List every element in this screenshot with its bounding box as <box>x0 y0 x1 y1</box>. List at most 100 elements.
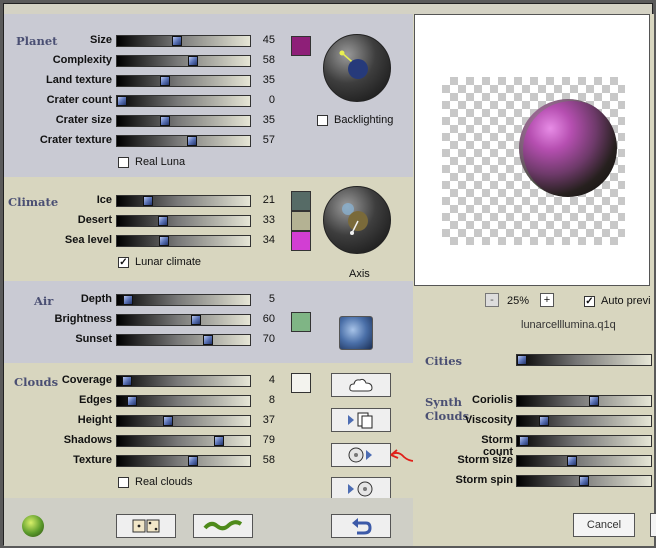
zoom-out-button[interactable]: - <box>485 293 499 307</box>
brightness-slider[interactable] <box>116 314 251 326</box>
axis-sphere[interactable] <box>323 186 391 254</box>
storm-size-slider[interactable] <box>516 455 652 467</box>
auto-preview-box[interactable]: ✓ <box>584 295 595 307</box>
storm-spin-label: Storm spin <box>455 474 513 486</box>
land-texture-slider-thumb[interactable] <box>160 76 170 86</box>
cloud-button[interactable] <box>331 373 391 397</box>
coverage-slider[interactable] <box>116 375 251 387</box>
complexity-slider[interactable] <box>116 55 251 67</box>
storm-count-slider[interactable] <box>516 435 652 447</box>
sea-level-slider-thumb[interactable] <box>159 236 169 246</box>
sunset-slider-thumb[interactable] <box>203 335 213 345</box>
undo-button[interactable] <box>331 514 391 538</box>
real-clouds-box[interactable] <box>118 476 129 488</box>
storm-spin-slider-thumb[interactable] <box>579 476 589 486</box>
height-label: Height <box>77 414 112 426</box>
zoom-in-button[interactable]: + <box>540 293 554 307</box>
ice-color-swatch[interactable] <box>291 191 311 211</box>
crater-size-slider[interactable] <box>116 115 251 127</box>
land-texture-slider[interactable] <box>116 75 251 87</box>
backlighting-box[interactable] <box>317 114 328 126</box>
backlighting-checkbox[interactable]: Backlighting <box>317 114 393 126</box>
ice-slider-thumb[interactable] <box>143 196 153 206</box>
sea-level-label: Sea level <box>64 234 112 246</box>
cities-slider-thumb[interactable] <box>517 355 527 365</box>
coverage-slider-thumb[interactable] <box>122 376 132 386</box>
auto-preview-checkbox[interactable]: ✓ Auto previ <box>584 295 651 307</box>
desert-color-swatch[interactable] <box>291 211 311 231</box>
ice-slider[interactable] <box>116 195 251 207</box>
brightness-slider-thumb[interactable] <box>191 315 201 325</box>
preview-pane <box>414 14 650 286</box>
size-slider-thumb[interactable] <box>172 36 182 46</box>
cloud-color-swatch[interactable] <box>291 373 311 393</box>
shadows-label: Shadows <box>63 434 112 446</box>
storm-spin-slider[interactable] <box>516 475 652 487</box>
lunar-climate-checkbox[interactable]: ✓ Lunar climate <box>118 256 201 268</box>
texture-value: 58 <box>262 454 275 466</box>
texture-slider[interactable] <box>116 455 251 467</box>
cities-label: Cities <box>425 354 462 368</box>
desert-slider-thumb[interactable] <box>158 216 168 226</box>
crater-texture-value: 57 <box>262 134 275 146</box>
real-clouds-label: Real clouds <box>135 476 193 488</box>
storm-count-slider-thumb[interactable] <box>519 436 529 446</box>
randomize-button[interactable] <box>116 514 176 538</box>
real-luna-checkbox[interactable]: Real Luna <box>118 156 185 168</box>
disk-load-icon <box>348 481 373 497</box>
edges-label: Edges <box>78 394 112 406</box>
complexity-slider-thumb[interactable] <box>188 56 198 66</box>
dice-icon <box>132 519 160 533</box>
backlighting-label: Backlighting <box>334 114 394 126</box>
coriolis-slider[interactable] <box>516 395 652 407</box>
cities-slider[interactable] <box>516 354 652 366</box>
undo-icon <box>352 518 372 535</box>
ok-button-partial[interactable] <box>650 513 656 537</box>
air-color-swatch[interactable] <box>291 312 311 332</box>
air-panel: Air Depth 5 Brightness 60 Sunset 70 <box>4 281 413 363</box>
crater-count-slider-thumb[interactable] <box>117 96 127 106</box>
lunar-climate-box[interactable]: ✓ <box>118 256 129 268</box>
planet-color-swatch[interactable] <box>291 36 311 56</box>
coverage-value: 4 <box>268 374 275 386</box>
real-luna-label: Real Luna <box>135 156 186 168</box>
crater-size-slider-thumb[interactable] <box>160 116 170 126</box>
viscosity-slider-thumb[interactable] <box>539 416 549 426</box>
sea-level-slider[interactable] <box>116 235 251 247</box>
size-slider[interactable] <box>116 35 251 47</box>
complexity-value: 58 <box>262 54 275 66</box>
shadows-slider-thumb[interactable] <box>214 436 224 446</box>
axis-icon <box>342 203 368 235</box>
light-direction-icon <box>339 50 368 79</box>
crater-count-slider[interactable] <box>116 95 251 107</box>
crater-texture-slider[interactable] <box>116 135 251 147</box>
sea-color-swatch[interactable] <box>291 231 311 251</box>
coriolis-slider-thumb[interactable] <box>589 396 599 406</box>
edges-slider-thumb[interactable] <box>127 396 137 406</box>
light-direction-sphere[interactable] <box>323 34 391 102</box>
storm-size-slider-thumb[interactable] <box>567 456 577 466</box>
depth-slider[interactable] <box>116 294 251 306</box>
height-slider[interactable] <box>116 415 251 427</box>
sunset-slider[interactable] <box>116 334 251 346</box>
height-slider-thumb[interactable] <box>163 416 173 426</box>
copy-button[interactable] <box>331 408 391 432</box>
texture-slider-thumb[interactable] <box>188 456 198 466</box>
height-value: 37 <box>262 414 275 426</box>
sunset-value: 70 <box>262 333 275 345</box>
crater-size-value: 35 <box>262 114 275 126</box>
viscosity-slider[interactable] <box>516 415 652 427</box>
edges-slider[interactable] <box>116 395 251 407</box>
save-disk-button[interactable] <box>331 443 391 467</box>
brightness-value: 60 <box>262 313 275 325</box>
terrain-wave-button[interactable] <box>193 514 253 538</box>
depth-slider-thumb[interactable] <box>123 295 133 305</box>
shadows-slider[interactable] <box>116 435 251 447</box>
globe-icon[interactable] <box>339 316 373 350</box>
crater-texture-slider-thumb[interactable] <box>187 136 197 146</box>
cancel-button[interactable]: Cancel <box>573 513 635 537</box>
real-clouds-checkbox[interactable]: Real clouds <box>118 476 192 488</box>
real-luna-box[interactable] <box>118 156 129 168</box>
desert-slider[interactable] <box>116 215 251 227</box>
zoom-level: 25% <box>507 295 530 307</box>
